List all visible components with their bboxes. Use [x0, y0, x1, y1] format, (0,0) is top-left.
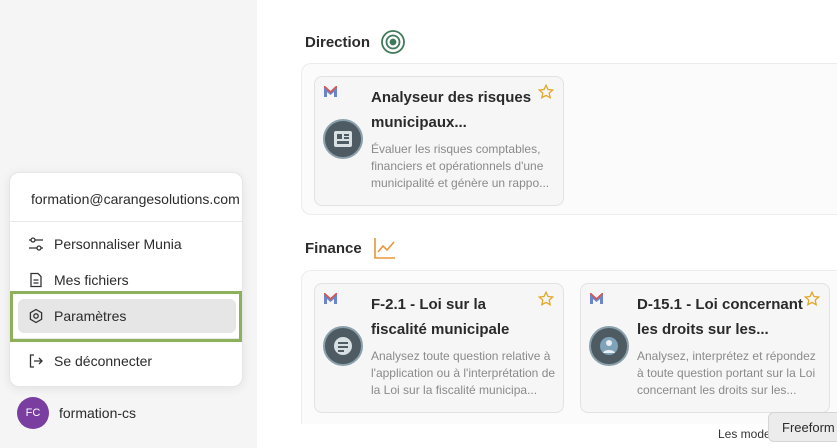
logout-icon — [28, 353, 44, 369]
user-menu: formation@carangesolutions.com Personnal… — [9, 172, 243, 387]
menu-item-label: Paramètres — [54, 308, 127, 324]
target-icon — [380, 29, 406, 55]
m-logo-icon — [324, 86, 337, 97]
card-description: Analysez, interprétez et répondez à tout… — [637, 349, 816, 397]
agent-card[interactable]: D-15.1 - Loi concernant les droits sur l… — [580, 283, 830, 413]
avatar: FC — [17, 397, 49, 429]
file-icon — [28, 272, 44, 288]
card-title: F-2.1 - Loi sur la fiscalité municipale — [371, 296, 510, 338]
menu-item-se-deconnecter[interactable]: Se déconnecter — [18, 344, 236, 378]
agent-card[interactable]: Analyseur des risques municipaux... Éval… — [314, 76, 564, 206]
m-logo-icon — [590, 293, 603, 304]
divider — [10, 338, 242, 339]
user-account[interactable]: FC formation-cs — [17, 397, 136, 429]
section-title-direction: Direction — [305, 29, 406, 55]
section-label: Finance — [305, 239, 362, 257]
chart-line-icon — [372, 235, 398, 261]
card-description: Évaluer les risques comptables, financie… — [371, 142, 550, 190]
divider — [10, 221, 242, 222]
menu-item-label: Mes fichiers — [54, 272, 129, 288]
user-email: formation@carangesolutions.com — [31, 191, 240, 207]
main-content: Direction Analyseur des risques municipa… — [257, 0, 837, 448]
menu-item-label: Se déconnecter — [54, 353, 153, 369]
section-direction: Analyseur des risques municipaux... Éval… — [301, 63, 837, 215]
models-label: Les mode — [718, 427, 771, 441]
sliders-icon — [28, 236, 44, 252]
card-title: D-15.1 - Loi concernant les droits sur l… — [637, 296, 803, 338]
menu-item-mes-fichiers[interactable]: Mes fichiers — [18, 263, 236, 297]
card-description: Analysez toute question relative à l'app… — [371, 349, 556, 397]
section-label: Direction — [305, 33, 371, 51]
menu-item-parametres[interactable]: Paramètres — [18, 299, 236, 333]
card-title: Analyseur des risques municipaux... — [371, 89, 532, 131]
user-name: formation-cs — [59, 405, 137, 421]
m-logo-icon — [324, 293, 337, 304]
menu-item-personnaliser[interactable]: Personnaliser Munia — [18, 227, 236, 261]
agent-card[interactable]: F-2.1 - Loi sur la fiscalité municipale … — [314, 283, 564, 413]
agent-avatar — [323, 326, 363, 366]
section-finance: F-2.1 - Loi sur la fiscalité municipale … — [301, 270, 837, 448]
agent-avatar — [589, 326, 629, 366]
sidebar: formation@carangesolutions.com Personnal… — [0, 0, 257, 448]
settings-icon — [28, 308, 44, 324]
section-title-finance: Finance — [305, 235, 398, 261]
agent-avatar — [323, 119, 363, 159]
freeform-tooltip[interactable]: Freeform — [768, 412, 837, 442]
menu-item-label: Personnaliser Munia — [54, 236, 182, 252]
